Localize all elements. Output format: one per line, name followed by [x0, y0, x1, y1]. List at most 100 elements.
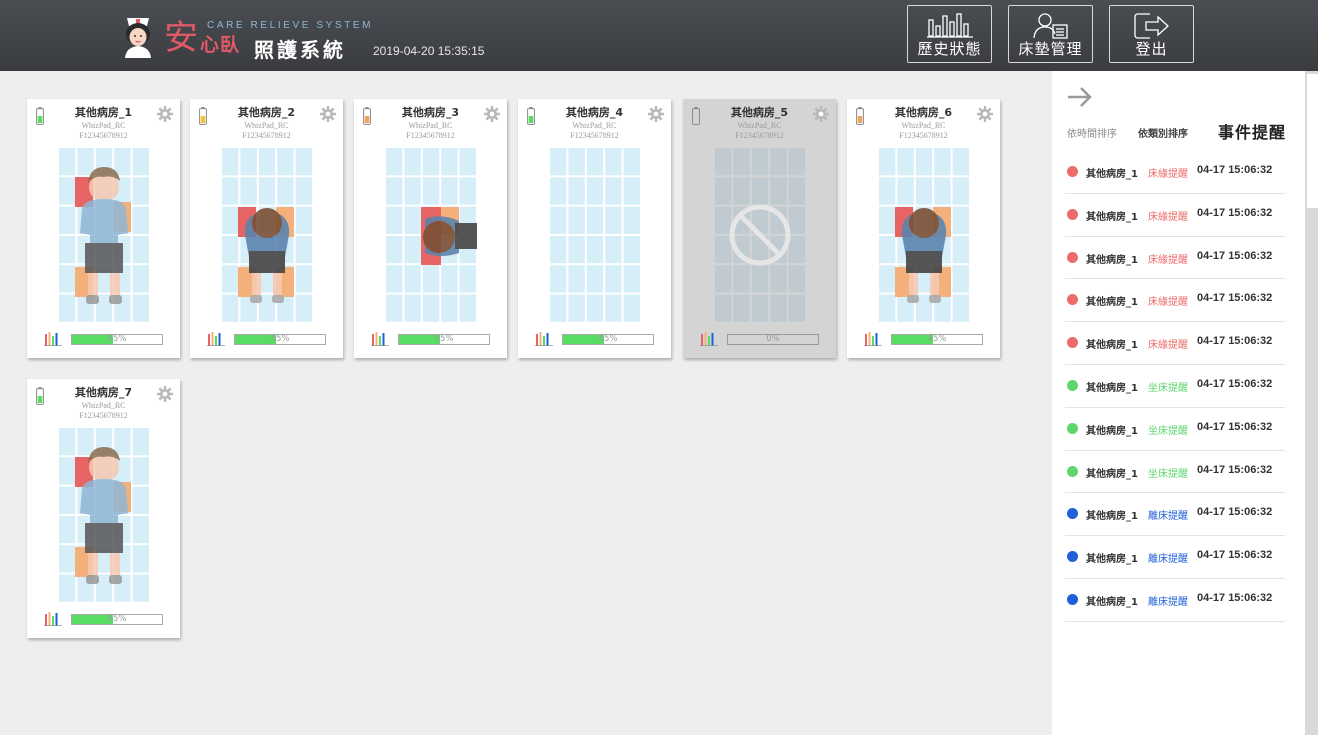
event-row[interactable]: 其他病房_1 床緣提醒 04-17 15:06:32: [1065, 194, 1285, 237]
bed-card[interactable]: 其他病房_3 WhizPad_RC F12345678912 45%: [354, 99, 507, 358]
logout-button[interactable]: 登出: [1109, 5, 1194, 63]
event-row[interactable]: 其他病房_1 床緣提醒 04-17 15:06:32: [1065, 151, 1285, 194]
bed-card[interactable]: 其他病房_6 WhizPad_RC F12345678912 45%: [847, 99, 1000, 358]
event-time: 04-17 15:06:32: [1197, 206, 1273, 219]
event-status-dot: [1067, 294, 1078, 306]
scrollbar-thumb[interactable]: [1307, 74, 1318, 208]
event-row[interactable]: 其他病房_1 坐床提醒 04-17 15:06:32: [1065, 365, 1285, 408]
progress-label: 0%: [766, 334, 780, 344]
event-row[interactable]: 其他病房_1 床緣提醒 04-17 15:06:32: [1065, 279, 1285, 323]
analytics-bars-icon[interactable]: [864, 330, 882, 346]
analytics-bars-icon[interactable]: [44, 610, 62, 626]
analytics-bars-icon[interactable]: [207, 330, 225, 346]
bed-card[interactable]: 其他病房_5 WhizPad_RC F12345678912 0%: [683, 99, 836, 358]
sort-by-time-button[interactable]: 依時間排序: [1067, 125, 1117, 140]
event-row[interactable]: 其他病房_1 坐床提醒 04-17 15:06:32: [1065, 451, 1285, 494]
event-status-dot: [1067, 379, 1078, 391]
event-list: 其他病房_1 床緣提醒 04-17 15:06:32 其他病房_1 床緣提醒 0…: [1065, 151, 1285, 622]
settings-gear-icon[interactable]: [977, 106, 993, 122]
analytics-bars-icon[interactable]: [700, 330, 718, 346]
pressure-sensor-grid: [550, 148, 640, 322]
device-model: WhizPad_RC: [737, 121, 782, 130]
progress-label: 45%: [927, 334, 947, 344]
bed-card[interactable]: 其他病房_4 WhizPad_RC F12345678912 45%: [518, 99, 671, 358]
progress-label: 45%: [270, 334, 290, 344]
event-time: 04-17 15:06:32: [1197, 506, 1273, 519]
pressure-sensor-grid: [59, 148, 149, 322]
mattress-management-label: 床墊管理: [1018, 40, 1083, 58]
event-status-dot: [1067, 208, 1078, 220]
analytics-bars-icon[interactable]: [44, 330, 62, 346]
event-room: 其他病房_1: [1086, 468, 1138, 480]
event-row[interactable]: 其他病房_1 離床提醒 04-17 15:06:32: [1065, 579, 1285, 622]
device-model: WhizPad_RC: [81, 121, 126, 130]
event-status-dot: [1067, 508, 1078, 520]
event-row[interactable]: 其他病房_1 坐床提醒 04-17 15:06:32: [1065, 408, 1285, 451]
event-status-dot: [1067, 593, 1078, 605]
event-type: 離床提醒: [1148, 596, 1188, 608]
progress-bar: 45%: [398, 334, 490, 345]
progress-label: 45%: [598, 334, 618, 344]
event-type: 離床提醒: [1148, 554, 1188, 566]
event-row[interactable]: 其他病房_1 床緣提醒 04-17 15:06:32: [1065, 322, 1285, 365]
settings-gear-icon[interactable]: [813, 106, 829, 122]
analytics-bars-icon[interactable]: [371, 330, 389, 346]
event-panel: 依時間排序 依類別排序 事件提醒 其他病房_1 床緣提醒 04-17 15:06…: [1052, 71, 1305, 735]
settings-gear-icon[interactable]: [320, 106, 336, 122]
event-row[interactable]: 其他病房_1 離床提醒 04-17 15:06:32: [1065, 536, 1285, 579]
sort-by-type-button[interactable]: 依類別排序: [1138, 125, 1188, 140]
history-button[interactable]: 歷史狀態: [907, 5, 992, 63]
device-serial: F12345678912: [570, 131, 619, 140]
device-serial: F12345678912: [79, 411, 128, 420]
event-status-dot: [1067, 251, 1078, 263]
event-panel-title: 事件提醒: [1218, 123, 1287, 142]
event-status-dot: [1067, 166, 1078, 177]
pressure-sensor-grid: [715, 148, 805, 322]
event-room: 其他病房_1: [1086, 554, 1138, 566]
event-time: 04-17 15:06:32: [1197, 377, 1273, 390]
bed-card[interactable]: 其他病房_1 WhizPad_RC F12345678912 45%: [27, 99, 180, 358]
bed-card[interactable]: 其他病房_7 WhizPad_RC F12345678912 45%: [27, 379, 180, 638]
brand-logo-xinwo: 心臥: [200, 34, 241, 56]
settings-gear-icon[interactable]: [648, 106, 664, 122]
event-room: 其他病房_1: [1086, 340, 1138, 352]
settings-gear-icon[interactable]: [157, 386, 173, 402]
logout-icon: [1133, 13, 1169, 39]
settings-gear-icon[interactable]: [157, 106, 173, 122]
device-model: WhizPad_RC: [244, 121, 289, 130]
event-time: 04-17 15:06:32: [1197, 335, 1273, 348]
event-type: 離床提醒: [1148, 511, 1188, 523]
event-room: 其他病房_1: [1086, 382, 1138, 394]
event-type: 坐床提醒: [1148, 425, 1188, 437]
event-row[interactable]: 其他病房_1 離床提醒 04-17 15:06:32: [1065, 493, 1285, 537]
settings-gear-icon[interactable]: [484, 106, 500, 122]
bar-chart-icon: [926, 13, 973, 38]
event-type: 床緣提醒: [1148, 254, 1188, 266]
progress-bar: 45%: [891, 334, 983, 345]
bed-card[interactable]: 其他病房_2 WhizPad_RC F12345678912 45%: [190, 99, 343, 358]
event-time: 04-17 15:06:32: [1197, 249, 1273, 262]
event-room: 其他病房_1: [1086, 169, 1138, 180]
device-serial: F12345678912: [899, 131, 948, 140]
collapse-arrow-icon[interactable]: [1066, 85, 1094, 109]
brand-english-name: Care Relieve System: [207, 20, 374, 31]
event-type: 床緣提醒: [1148, 297, 1188, 309]
progress-bar: 45%: [71, 334, 163, 345]
progress-bar: 45%: [71, 614, 163, 625]
device-serial: F12345678912: [406, 131, 455, 140]
event-time: 04-17 15:06:32: [1197, 292, 1273, 305]
device-model: WhizPad_RC: [901, 121, 946, 130]
progress-bar: 45%: [234, 334, 326, 345]
app-header: 安 心臥 Care Relieve System 照護系統 2019-04-20…: [0, 0, 1318, 71]
event-room: 其他病房_1: [1086, 297, 1138, 309]
event-type: 床緣提醒: [1148, 169, 1188, 180]
progress-bar: 0%: [727, 334, 819, 345]
device-model: WhizPad_RC: [572, 121, 617, 130]
progress-bar: 45%: [562, 334, 654, 345]
event-room: 其他病房_1: [1086, 254, 1138, 266]
event-time: 04-17 15:06:32: [1197, 463, 1273, 476]
event-row[interactable]: 其他病房_1 床緣提醒 04-17 15:06:32: [1065, 237, 1285, 280]
mattress-management-button[interactable]: 床墊管理: [1008, 5, 1093, 63]
nurse-avatar-icon: [125, 18, 151, 58]
analytics-bars-icon[interactable]: [535, 330, 553, 346]
